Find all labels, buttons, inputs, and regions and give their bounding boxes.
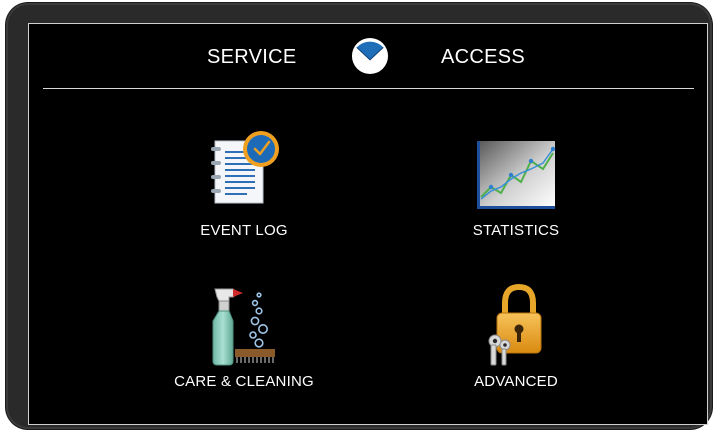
care-cleaning-button[interactable]: CARE & CLEANING [144, 279, 344, 391]
header-divider [43, 88, 694, 89]
device-frame: SERVICE ACCESS EVENT LOG STATISTICS CARE… [6, 3, 712, 429]
service-access-screen: SERVICE ACCESS EVENT LOG STATISTICS CARE… [28, 23, 708, 425]
event-log-icon [211, 131, 279, 204]
event-log-label: EVENT LOG [200, 222, 288, 239]
statistics-label: STATISTICS [472, 222, 560, 239]
care-cleaning-label: CARE & CLEANING [174, 373, 314, 390]
tab-service[interactable]: SERVICE [207, 46, 297, 69]
advanced-button[interactable]: ADVANCED [416, 279, 616, 391]
advanced-label: ADVANCED [474, 373, 558, 390]
spray-bottle-brush-icon [212, 288, 275, 366]
header: SERVICE ACCESS [29, 24, 707, 86]
tab-access[interactable]: ACCESS [441, 46, 525, 69]
brand-logo-icon[interactable] [351, 37, 389, 75]
padlock-keys-icon [488, 283, 542, 366]
statistics-button[interactable]: STATISTICS [416, 127, 616, 239]
statistics-chart-icon [477, 141, 556, 209]
event-log-button[interactable]: EVENT LOG [144, 127, 344, 239]
